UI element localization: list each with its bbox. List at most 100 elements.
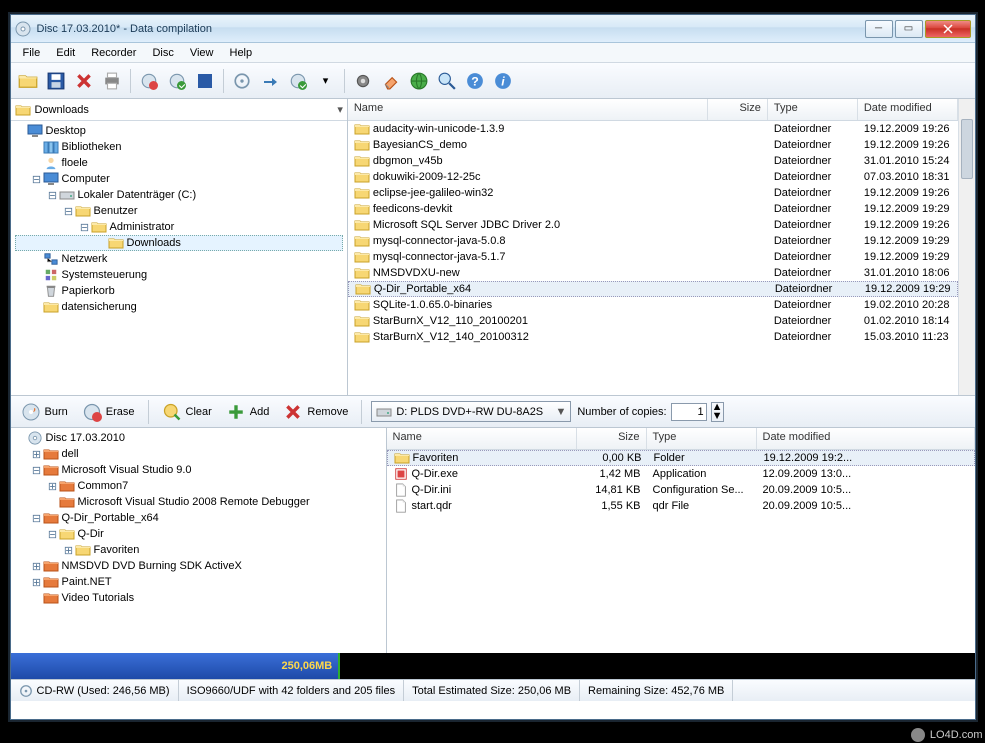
col-date[interactable]: Date modified [757,428,975,449]
close-button[interactable] [925,20,971,38]
add-button[interactable]: Add [222,400,274,424]
tool-gear-icon[interactable] [350,68,376,94]
col-size[interactable]: Size [708,99,768,120]
remove-button[interactable]: Remove [279,400,352,424]
expander-icon[interactable]: ⊞ [47,480,59,493]
erase-button[interactable]: Erase [78,400,139,424]
list-item[interactable]: feedicons-devkitDateiordner19.12.2009 19… [348,201,958,217]
scrollbar[interactable] [958,99,975,395]
list-item[interactable]: audacity-win-unicode-1.3.9Dateiordner19.… [348,121,958,137]
source-list-header[interactable]: Name Size Type Date modified [348,99,958,121]
expander-icon[interactable]: ⊞ [31,560,43,573]
menu-edit[interactable]: Edit [48,45,83,61]
tool-open-icon[interactable] [15,68,41,94]
tree-item[interactable]: ⊟Computer [15,171,343,187]
tool-print-icon[interactable] [99,68,125,94]
source-tree[interactable]: DesktopBibliothekenfloele⊟Computer⊟Lokal… [11,121,347,395]
list-item[interactable]: Q-Dir_Portable_x64Dateiordner19.12.2009 … [348,281,958,297]
tree-item[interactable]: Bibliotheken [15,139,343,155]
minimize-button[interactable]: ─ [865,20,893,38]
list-item[interactable]: SQLite-1.0.65.0-binariesDateiordner19.02… [348,297,958,313]
tool-discsm-icon[interactable] [229,68,255,94]
expander-icon[interactable]: ⊟ [31,512,43,525]
list-item[interactable]: Q-Dir.exe1,42 MBApplication12.09.2009 13… [387,466,975,482]
tree-item[interactable]: ⊟Lokaler Datenträger (C:) [15,187,343,203]
burn-button[interactable]: Burn [17,400,72,424]
tree-item[interactable]: Netzwerk [15,251,343,267]
tool-dropdown-icon[interactable]: ▾ [313,68,339,94]
tree-item[interactable]: Papierkorb [15,283,343,299]
menu-disc[interactable]: Disc [144,45,181,61]
menu-file[interactable]: File [15,45,49,61]
list-item[interactable]: Microsoft SQL Server JDBC Driver 2.0Date… [348,217,958,233]
tree-item[interactable]: ⊟Q-Dir_Portable_x64 [15,510,382,526]
tool-discgo-icon[interactable] [285,68,311,94]
compilation-list[interactable]: Favoriten0,00 KBFolder19.12.2009 19:2...… [387,450,975,653]
list-item[interactable]: dokuwiki-2009-12-25cDateiordner07.03.201… [348,169,958,185]
list-item[interactable]: start.qdr1,55 KBqdr File20.09.2009 10:5.… [387,498,975,514]
expander-icon[interactable]: ⊟ [31,464,43,477]
list-item[interactable]: BayesianCS_demoDateiordner19.12.2009 19:… [348,137,958,153]
tree-item[interactable]: ⊞dell [15,446,382,462]
source-list[interactable]: audacity-win-unicode-1.3.9Dateiordner19.… [348,121,958,395]
tree-item[interactable]: datensicherung [15,299,343,315]
tree-item[interactable]: ⊟Microsoft Visual Studio 9.0 [15,462,382,478]
tree-item[interactable]: ⊞Paint.NET [15,574,382,590]
list-item[interactable]: mysql-connector-java-5.0.8Dateiordner19.… [348,233,958,249]
menu-view[interactable]: View [182,45,222,61]
list-item[interactable]: StarBurnX_V12_110_20100201Dateiordner01.… [348,313,958,329]
col-type[interactable]: Type [768,99,858,120]
list-item[interactable]: StarBurnX_V12_140_20100312Dateiordner15.… [348,329,958,345]
tool-help-icon[interactable] [462,68,488,94]
tool-disc1-icon[interactable] [136,68,162,94]
tree-item[interactable]: Desktop [15,123,343,139]
expander-icon[interactable]: ⊞ [63,544,75,557]
tree-item[interactable]: Systemsteuerung [15,267,343,283]
expander-icon[interactable]: ⊞ [31,576,43,589]
device-selector[interactable]: D: PLDS DVD+-RW DU-8A2S ▼ [371,401,571,422]
list-item[interactable]: mysql-connector-java-5.1.7Dateiordner19.… [348,249,958,265]
tool-arrow-icon[interactable] [257,68,283,94]
tool-save-icon[interactable] [43,68,69,94]
tree-item[interactable]: floele [15,155,343,171]
breadcrumb-bar[interactable]: Downloads ▾ [11,99,347,121]
copies-input[interactable] [671,403,707,421]
tree-item[interactable]: ⊟Q-Dir [15,526,382,542]
tree-item[interactable]: ⊞Favoriten [15,542,382,558]
col-name[interactable]: Name [348,99,708,120]
expander-icon[interactable]: ⊟ [47,189,59,202]
list-item[interactable]: Q-Dir.ini14,81 KBConfiguration Se...20.0… [387,482,975,498]
expander-icon[interactable]: ⊟ [31,173,43,186]
compilation-list-header[interactable]: Name Size Type Date modified [387,428,975,450]
tree-item[interactable]: ⊟Benutzer [15,203,343,219]
tool-disc2-icon[interactable] [164,68,190,94]
menu-recorder[interactable]: Recorder [83,45,144,61]
compilation-tree[interactable]: Disc 17.03.2010⊞dell⊟Microsoft Visual St… [11,428,386,653]
tree-item[interactable]: ⊟Administrator [15,219,343,235]
expander-icon[interactable]: ⊟ [79,221,91,234]
tree-item[interactable]: Disc 17.03.2010 [15,430,382,446]
tool-info-icon[interactable] [490,68,516,94]
list-item[interactable]: Favoriten0,00 KBFolder19.12.2009 19:2... [387,450,975,466]
tool-eraser-icon[interactable] [378,68,404,94]
expander-icon[interactable]: ⊟ [47,528,59,541]
tool-zoom-icon[interactable] [434,68,460,94]
tree-item[interactable]: Downloads [15,235,343,251]
list-item[interactable]: NMSDVDXU-newDateiordner31.01.2010 18:06 [348,265,958,281]
col-date[interactable]: Date modified [858,99,958,120]
expander-icon[interactable]: ⊟ [63,205,75,218]
expander-icon[interactable]: ⊞ [31,448,43,461]
spinner-buttons[interactable]: ▲▼ [711,402,724,422]
clear-button[interactable]: Clear [158,400,216,424]
tree-item[interactable]: Microsoft Visual Studio 2008 Remote Debu… [15,494,382,510]
col-type[interactable]: Type [647,428,757,449]
maximize-button[interactable]: ▭ [895,20,923,38]
col-size[interactable]: Size [577,428,647,449]
tree-item[interactable]: Video Tutorials [15,590,382,606]
tool-delete-icon[interactable] [71,68,97,94]
tree-item[interactable]: ⊞Common7 [15,478,382,494]
list-item[interactable]: eclipse-jee-galileo-win32Dateiordner19.1… [348,185,958,201]
list-item[interactable]: dbgmon_v45bDateiordner31.01.2010 15:24 [348,153,958,169]
tool-bluebox-icon[interactable] [192,68,218,94]
menu-help[interactable]: Help [222,45,261,61]
